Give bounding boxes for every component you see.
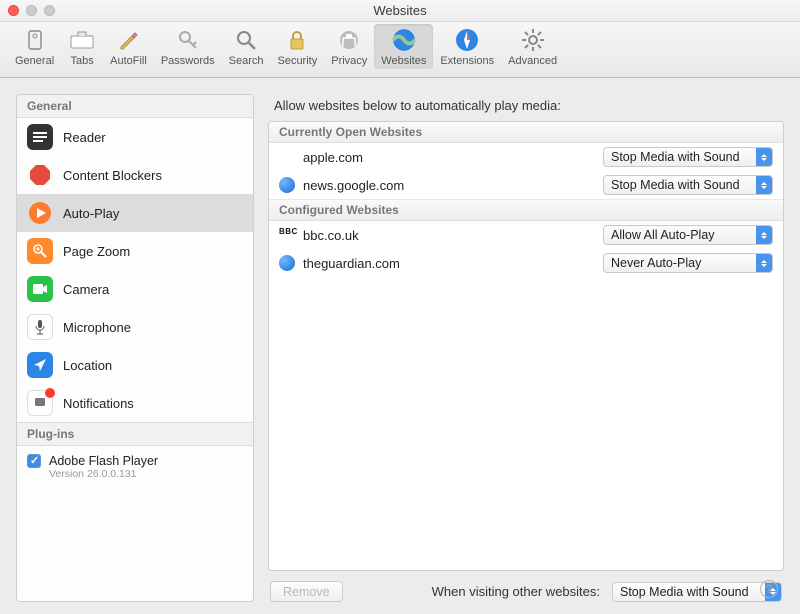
globe-icon: [390, 26, 418, 54]
sidebar-item-label: Auto-Play: [63, 206, 119, 221]
close-window-button[interactable]: [8, 5, 19, 16]
preferences-toolbar: General Tabs AutoFill Passwords Search S…: [0, 22, 800, 78]
play-icon: [27, 200, 53, 226]
toolbar-label: Extensions: [440, 55, 494, 67]
website-row[interactable]: theguardian.com Never Auto-Play: [269, 249, 783, 277]
sidebar-item-label: Content Blockers: [63, 168, 162, 183]
main-heading: Allow websites below to automatically pl…: [268, 94, 784, 121]
plugin-checkbox[interactable]: [27, 454, 41, 468]
toolbar-label: Advanced: [508, 55, 557, 67]
other-websites-label: When visiting other websites:: [432, 584, 600, 599]
minimize-window-button[interactable]: [26, 5, 37, 16]
toolbar-item-tabs[interactable]: Tabs: [61, 24, 103, 69]
sidebar-item-location[interactable]: Location: [17, 346, 253, 384]
website-domain: apple.com: [303, 150, 595, 165]
gear-icon: [519, 26, 547, 54]
website-domain: bbc.co.uk: [303, 228, 595, 243]
websites-list: Currently Open Websites apple.com Stop M…: [268, 121, 784, 571]
sidebar-section-general: General: [17, 95, 253, 118]
general-icon: [21, 26, 49, 54]
autoplay-setting-select[interactable]: Allow All Auto-Play: [603, 225, 773, 245]
globe-icon: [279, 177, 295, 193]
sidebar-item-label: Page Zoom: [63, 244, 130, 259]
sidebar: General Reader Content Blockers Auto-Pla…: [16, 94, 254, 602]
apple-icon: [279, 149, 295, 165]
window-controls: [8, 5, 55, 16]
help-button[interactable]: ?: [760, 580, 778, 598]
sidebar-item-flash-player[interactable]: Adobe Flash Player Version 26.0.0.131: [17, 446, 253, 488]
toolbar-item-websites[interactable]: Websites: [374, 24, 433, 69]
content-area: General Reader Content Blockers Auto-Pla…: [0, 78, 800, 614]
lock-icon: [283, 26, 311, 54]
key-icon: [174, 26, 202, 54]
toolbar-item-extensions[interactable]: Extensions: [433, 24, 501, 69]
window-title: Websites: [373, 3, 426, 18]
toolbar-item-security[interactable]: Security: [270, 24, 324, 69]
sidebar-item-autoplay[interactable]: Auto-Play: [17, 194, 253, 232]
stop-icon: [27, 162, 53, 188]
remove-button[interactable]: Remove: [270, 581, 343, 602]
sidebar-item-label: Notifications: [63, 396, 134, 411]
camera-icon: [27, 276, 53, 302]
window-titlebar: Websites: [0, 0, 800, 22]
toolbar-label: Websites: [381, 55, 426, 67]
toolbar-label: AutoFill: [110, 55, 147, 67]
sidebar-item-label: Camera: [63, 282, 109, 297]
toolbar-label: Search: [229, 55, 264, 67]
toolbar-label: Passwords: [161, 55, 215, 67]
group-configured: Configured Websites: [269, 199, 783, 221]
notifications-icon: [27, 390, 53, 416]
zoom-icon: [27, 238, 53, 264]
toolbar-item-advanced[interactable]: Advanced: [501, 24, 564, 69]
reader-icon: [27, 124, 53, 150]
plugin-version: Version 26.0.0.131: [49, 468, 158, 480]
sidebar-item-camera[interactable]: Camera: [17, 270, 253, 308]
sidebar-item-content-blockers[interactable]: Content Blockers: [17, 156, 253, 194]
other-websites-setting-select[interactable]: Stop Media with Sound: [612, 582, 782, 602]
sidebar-section-plugins: Plug-ins: [17, 422, 253, 446]
bbc-icon: BBC: [279, 227, 295, 243]
sidebar-item-label: Location: [63, 358, 112, 373]
autoplay-setting-select[interactable]: Stop Media with Sound: [603, 147, 773, 167]
zoom-window-button[interactable]: [44, 5, 55, 16]
microphone-icon: [27, 314, 53, 340]
sidebar-item-reader[interactable]: Reader: [17, 118, 253, 156]
toolbar-label: Security: [277, 55, 317, 67]
plugin-name: Adobe Flash Player: [49, 454, 158, 468]
website-domain: news.google.com: [303, 178, 595, 193]
sidebar-item-page-zoom[interactable]: Page Zoom: [17, 232, 253, 270]
main-panel: Allow websites below to automatically pl…: [268, 94, 784, 602]
tabs-icon: [68, 26, 96, 54]
autoplay-setting-select[interactable]: Never Auto-Play: [603, 253, 773, 273]
toolbar-item-general[interactable]: General: [8, 24, 61, 69]
toolbar-item-passwords[interactable]: Passwords: [154, 24, 222, 69]
toolbar-label: General: [15, 55, 54, 67]
globe-icon: [279, 255, 295, 271]
autofill-icon: [114, 26, 142, 54]
toolbar-item-privacy[interactable]: Privacy: [324, 24, 374, 69]
toolbar-item-search[interactable]: Search: [222, 24, 271, 69]
sidebar-item-notifications[interactable]: Notifications: [17, 384, 253, 422]
toolbar-item-autofill[interactable]: AutoFill: [103, 24, 154, 69]
compass-icon: [453, 26, 481, 54]
bottom-bar: Remove When visiting other websites: Sto…: [268, 571, 784, 602]
privacy-icon: [335, 26, 363, 54]
autoplay-setting-select[interactable]: Stop Media with Sound: [603, 175, 773, 195]
website-domain: theguardian.com: [303, 256, 595, 271]
search-icon: [232, 26, 260, 54]
website-row[interactable]: news.google.com Stop Media with Sound: [269, 171, 783, 199]
sidebar-item-microphone[interactable]: Microphone: [17, 308, 253, 346]
website-row[interactable]: apple.com Stop Media with Sound: [269, 143, 783, 171]
group-currently-open: Currently Open Websites: [269, 122, 783, 143]
location-icon: [27, 352, 53, 378]
website-row[interactable]: BBC bbc.co.uk Allow All Auto-Play: [269, 221, 783, 249]
toolbar-label: Privacy: [331, 55, 367, 67]
sidebar-item-label: Microphone: [63, 320, 131, 335]
toolbar-label: Tabs: [71, 55, 94, 67]
sidebar-item-label: Reader: [63, 130, 106, 145]
